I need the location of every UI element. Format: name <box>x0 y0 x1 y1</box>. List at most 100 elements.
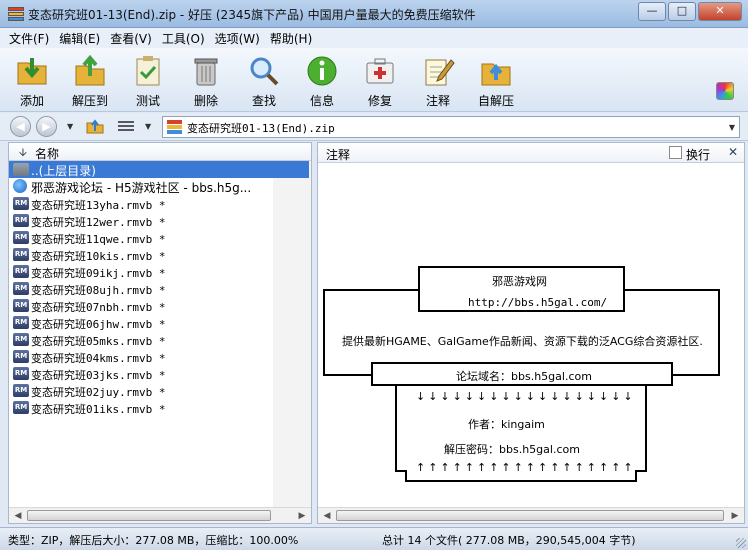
down-arrow-glyph: ↓ <box>574 390 584 403</box>
menu-file[interactable]: 文件(F) <box>4 30 54 47</box>
close-button[interactable]: ✕ <box>698 2 742 21</box>
down-arrow-glyph: ↓ <box>464 390 475 403</box>
down-arrow-glyph: ↓ <box>513 390 523 403</box>
file-name: ..(上层目录) <box>31 164 96 178</box>
up-arrow-glyph: ↑ <box>586 461 597 474</box>
menu-options[interactable]: 选项(W) <box>210 30 265 47</box>
view-mode-dropdown-icon[interactable]: ▼ <box>145 122 151 131</box>
archive-info: 类型：ZIP，解压后大小：277.08 MB，压缩比：100.00% <box>8 534 299 547</box>
scroll-left-icon[interactable]: ◀ <box>10 509 26 523</box>
file-list-pane: 🡫 名称 ..(上层目录) 邪恶游戏论坛 - H5游戏社区 - bbs.h5g..… <box>8 142 312 524</box>
down-arrow-glyph: ↓ <box>550 390 560 403</box>
menu-tools[interactable]: 工具(O) <box>157 30 210 47</box>
up-arrow-glyph: ↑ <box>599 461 609 474</box>
name-column-header[interactable]: 🡫 名称 <box>9 143 311 161</box>
file-row[interactable]: RM 变态研究班02juy.rmvb * <box>9 382 311 399</box>
realmedia-file-icon: RM <box>13 265 29 278</box>
back-button[interactable]: ◀ <box>10 116 31 137</box>
test-button[interactable]: 测试 <box>120 54 176 109</box>
file-name: 变态研究班05mks.rmvb * <box>31 335 166 348</box>
file-row[interactable]: RM 变态研究班04kms.rmvb * <box>9 348 311 365</box>
delete-button[interactable]: 删除 <box>178 54 234 109</box>
file-row[interactable]: RM 变态研究班11qwe.rmvb * <box>9 229 311 246</box>
maximize-button[interactable]: □ <box>668 2 696 21</box>
resize-grip-icon[interactable] <box>736 538 746 548</box>
scrollbar-thumb[interactable] <box>27 510 271 521</box>
menu-edit[interactable]: 编辑(E) <box>54 30 105 47</box>
up-folder-icon[interactable] <box>86 119 104 134</box>
archive-totals: 总计 14 个文件( 277.08 MB，290,545,004 字节) <box>382 534 636 547</box>
password-line: 解压密码：bbs.h5gal.com <box>444 443 580 456</box>
site-name: 邪恶游戏网 <box>492 275 547 288</box>
up-arrow-glyph: ↑ <box>562 461 572 474</box>
address-dropdown-icon[interactable]: ▼ <box>729 123 735 132</box>
forward-button[interactable]: ▶ <box>36 116 57 137</box>
file-list: ..(上层目录) 邪恶游戏论坛 - H5游戏社区 - bbs.h5g... RM 变态… <box>9 161 311 416</box>
info-button[interactable]: 信息 <box>294 54 350 109</box>
minimize-button[interactable]: — <box>638 2 666 21</box>
test-label: 测试 <box>135 94 160 108</box>
file-row[interactable]: RM 变态研究班03jks.rmvb * <box>9 365 311 382</box>
down-arrow-glyph: ↓ <box>428 390 438 403</box>
menu-view[interactable]: 查看(V) <box>105 30 157 47</box>
forum-domain: 论坛域名：bbs.h5gal.com <box>456 370 592 383</box>
add-label: 添加 <box>19 94 44 108</box>
file-row[interactable]: 邪恶游戏论坛 - H5游戏社区 - bbs.h5g... <box>9 178 311 195</box>
scroll-left-icon[interactable]: ◀ <box>319 509 335 523</box>
address-bar: ◀ ▶ ▼ ▼ 变态研究班01-13(End).zip ▼ <box>0 113 748 141</box>
history-dropdown-icon[interactable]: ▼ <box>67 122 73 131</box>
scrollbar-thumb[interactable] <box>336 510 724 521</box>
repair-button[interactable]: 修复 <box>352 54 408 109</box>
file-row[interactable]: RM 变态研究班07nbh.rmvb * <box>9 297 311 314</box>
down-arrow-glyph: ↓ <box>452 390 462 403</box>
scroll-right-icon[interactable]: ▶ <box>727 509 743 523</box>
self-extract-button[interactable]: 自解压 <box>468 54 524 109</box>
author-line: 作者：kingaim <box>468 418 545 431</box>
skin-icon[interactable] <box>716 82 734 100</box>
up-arrow-glyph: ↑ <box>525 461 536 474</box>
file-row[interactable]: RM 变态研究班08ujh.rmvb * <box>9 280 311 297</box>
close-comment-icon[interactable]: ✕ <box>728 145 738 159</box>
file-row[interactable]: RM 变态研究班05mks.rmvb * <box>9 331 311 348</box>
comment-title: 注释 <box>326 148 351 162</box>
file-row[interactable]: RM 变态研究班06jhw.rmvb * <box>9 314 311 331</box>
status-bar: 类型：ZIP，解压后大小：277.08 MB，压缩比：100.00% 总计 14… <box>0 527 748 550</box>
view-mode-icon[interactable] <box>118 121 134 133</box>
comment-scrollbar[interactable]: ◀ ▶ <box>318 507 744 523</box>
file-row[interactable]: RM 变态研究班09ikj.rmvb * <box>9 263 311 280</box>
file-name: 变态研究班12wer.rmvb * <box>31 216 166 229</box>
find-button[interactable]: 查找 <box>236 54 292 109</box>
down-arrow-glyph: ↓ <box>623 390 633 403</box>
magnifier-icon <box>250 57 279 86</box>
up-arrow-glyph: ↑ <box>513 461 523 474</box>
address-input[interactable]: 变态研究班01-13(End).zip ▼ <box>162 116 740 138</box>
file-row[interactable]: RM 变态研究班13yha.rmvb * <box>9 195 311 212</box>
comment-text-area[interactable]: 邪恶游戏网 http://bbs.h5gal.com/ 提供最新HGAME、Ga… <box>318 163 744 509</box>
file-row[interactable]: RM 变态研究班01iks.rmvb * <box>9 399 311 416</box>
file-row[interactable]: ..(上层目录) <box>9 161 309 178</box>
toolbar: 添加 解压到 测试 删除 查找 信息 修复 注释 自解压 <box>0 48 748 112</box>
scroll-right-icon[interactable]: ▶ <box>294 509 310 523</box>
file-row[interactable]: RM 变态研究班12wer.rmvb * <box>9 212 311 229</box>
extract-to-button[interactable]: 解压到 <box>62 54 118 109</box>
down-arrow-glyph: ↓ <box>599 390 609 403</box>
realmedia-file-icon: RM <box>13 384 29 397</box>
word-wrap-checkbox[interactable] <box>669 146 682 159</box>
add-button[interactable]: 添加 <box>4 54 60 109</box>
menu-help[interactable]: 帮助(H) <box>265 30 317 47</box>
down-arrow-glyph: ↓ <box>611 390 621 403</box>
file-name: 邪恶游戏论坛 - H5游戏社区 - bbs.h5g... <box>31 181 252 195</box>
window-title: 变态研究班01-13(End).zip - 好压 (2345旗下产品) 中国用户… <box>28 8 476 22</box>
internet-shortcut-icon <box>13 179 27 193</box>
realmedia-file-icon: RM <box>13 299 29 312</box>
file-name: 变态研究班11qwe.rmvb * <box>31 233 166 246</box>
file-row[interactable]: RM 变态研究班10kis.rmvb * <box>9 246 311 263</box>
repair-label: 修复 <box>367 94 392 108</box>
down-arrow-glyph: ↓ <box>416 390 426 403</box>
test-icon <box>136 56 160 86</box>
file-name: 变态研究班03jks.rmvb * <box>31 369 166 382</box>
address-path: 变态研究班01-13(End).zip <box>187 122 335 135</box>
file-list-scrollbar[interactable]: ◀ ▶ <box>9 507 311 523</box>
up-arrow-glyph: ↑ <box>611 461 621 474</box>
comment-button[interactable]: 注释 <box>410 54 466 109</box>
